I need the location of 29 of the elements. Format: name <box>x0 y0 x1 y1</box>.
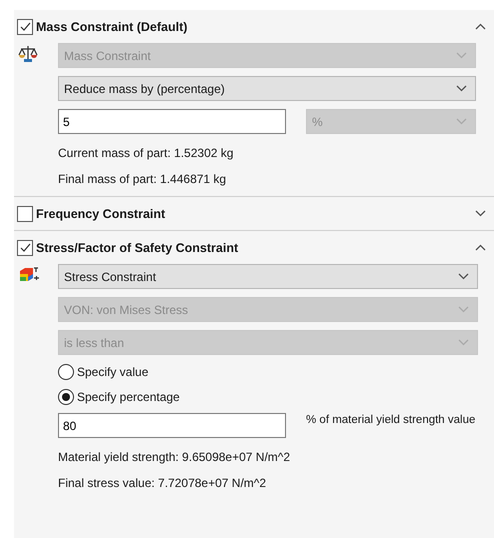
collapse-icon <box>475 244 486 251</box>
chevron-icon <box>456 118 467 125</box>
collapse-icon <box>475 210 486 217</box>
info-text: Final stress value: 7.72078e+07 N/m^2 <box>58 475 268 490</box>
chevron-icon <box>456 52 467 59</box>
chevron-icon <box>458 339 469 346</box>
radio-option[interactable]: Specify value <box>58 363 478 380</box>
caption-text: % of material yield strength value <box>306 413 476 428</box>
info-text: Final mass of part: 1.446871 kg <box>58 171 228 186</box>
checkbox[interactable] <box>17 206 33 222</box>
info-text: Current mass of part: 1.52302 kg <box>58 145 234 160</box>
dropdown[interactable]: Stress Constraint <box>58 264 478 289</box>
info-text: Material yield strength: 9.65098e+07 N/m^2 <box>58 449 292 464</box>
checkmark-icon <box>20 243 30 252</box>
collapse-icon <box>475 23 486 30</box>
chevron-icon <box>456 85 467 92</box>
chevron-icon <box>458 306 469 313</box>
chevron-icon <box>458 273 469 280</box>
checkbox[interactable] <box>17 240 33 256</box>
checkbox[interactable] <box>17 18 33 34</box>
dropdown[interactable]: Reduce mass by (percentage) <box>58 76 476 101</box>
section-title: Stress/Factor of Safety Constraint <box>36 240 240 254</box>
section-title: Mass Constraint (Default) <box>36 20 188 34</box>
input-field[interactable]: 80 <box>58 413 286 438</box>
radio-option[interactable]: Specify percentage <box>58 388 478 405</box>
input-field[interactable]: 5 <box>58 109 286 134</box>
scale-icon <box>18 45 38 63</box>
checkmark-icon <box>20 22 30 31</box>
section-title: Frequency Constraint <box>36 206 166 220</box>
